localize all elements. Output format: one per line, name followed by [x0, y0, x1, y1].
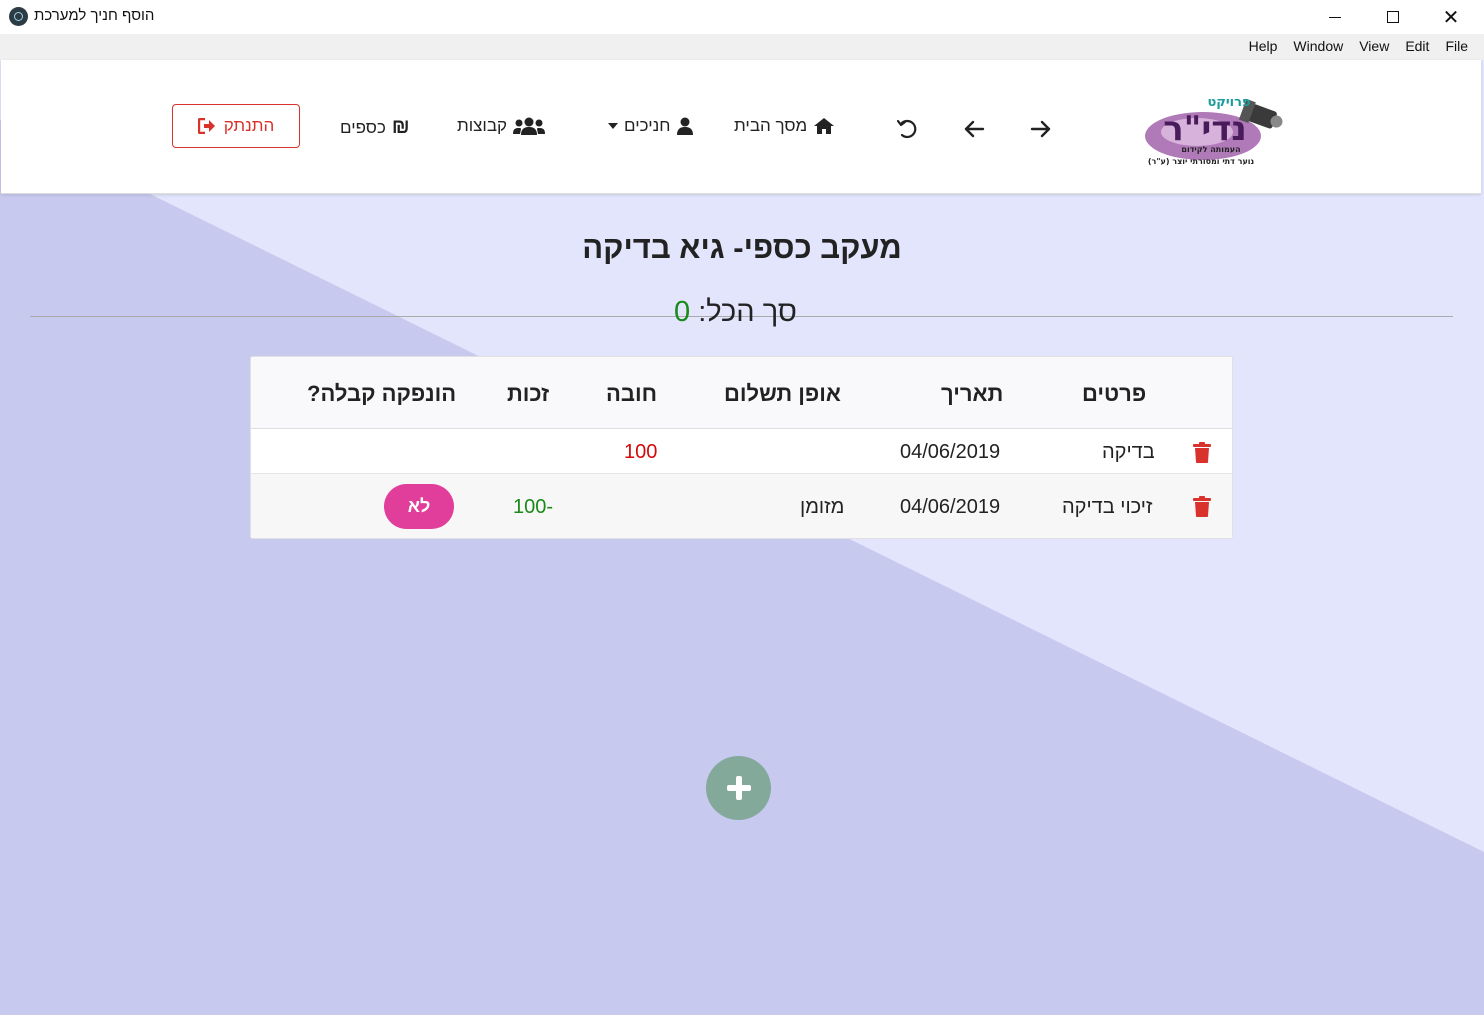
cell-details: בדיקה [1102, 441, 1155, 463]
menu-file[interactable]: File [1437, 38, 1476, 54]
top-navbar: פרויקט נדי"ר העמותה לקידום נוער דתי ומסו… [1, 60, 1481, 194]
menu-view[interactable]: View [1351, 38, 1397, 54]
close-icon: ✕ [1442, 6, 1460, 29]
cell-date: 04/06/2019 [900, 496, 1001, 518]
svg-text:פרויקט: פרויקט [1207, 95, 1250, 110]
nav-students-dropdown[interactable]: חניכים [608, 116, 694, 136]
cell-details: זיכוי בדיקה [1062, 496, 1153, 518]
user-icon [677, 117, 694, 135]
close-window-button[interactable]: ✕ [1422, 0, 1480, 34]
minimize-icon [1329, 16, 1341, 18]
total-value: 0 [674, 296, 691, 328]
nav-groups[interactable]: קבוצות [457, 116, 546, 136]
cell-credit: -100 [513, 496, 554, 518]
maximize-button[interactable] [1364, 0, 1422, 34]
add-entry-button[interactable] [706, 756, 771, 820]
svg-text:נדי"ר: נדי"ר [1163, 109, 1247, 149]
nav-home-label: מסך הבית [734, 116, 808, 135]
maximize-icon [1387, 11, 1399, 23]
table-row: בדיקה 04/06/2019 100 [251, 429, 1232, 474]
shekel-icon: ₪ [391, 116, 410, 138]
nav-money-label: כספים [340, 117, 386, 137]
menu-bar: File Edit View Window Help [0, 34, 1484, 60]
logout-label: התנתק [223, 116, 275, 135]
nav-groups-label: קבוצות [457, 116, 508, 135]
total-summary: סך הכל: 0 [664, 296, 807, 329]
cell-payment-method: מזומן [800, 496, 845, 518]
menu-edit[interactable]: Edit [1397, 38, 1437, 54]
delete-trash-icon[interactable] [1193, 442, 1211, 463]
nav-students-label: חניכים [624, 116, 671, 135]
refresh-icon[interactable] [895, 118, 919, 140]
plus-icon [726, 776, 751, 800]
caret-down-icon [608, 123, 618, 129]
sign-out-icon [197, 118, 215, 134]
back-arrow-icon[interactable] [962, 118, 986, 140]
receipt-toggle-button[interactable]: לא [384, 484, 454, 529]
page-title: מעקב כספי- גיא בדיקה [582, 230, 902, 265]
minimize-button[interactable] [1306, 0, 1364, 34]
total-label: סך הכל: [698, 296, 797, 328]
nadir-project-logo: פרויקט נדי"ר העמותה לקידום נוער דתי ומסו… [1145, 95, 1283, 166]
delete-trash-icon[interactable] [1193, 496, 1211, 517]
svg-text:נוער דתי ומסורתי יוצר (ע"ר): נוער דתי ומסורתי יוצר (ע"ר) [1148, 157, 1254, 166]
window-title: הוסף חניך למערכת [34, 7, 155, 24]
menu-window[interactable]: Window [1285, 38, 1351, 54]
svg-text:העמותה לקידום: העמותה לקידום [1181, 145, 1240, 154]
nav-home[interactable]: מסך הבית [734, 116, 835, 136]
users-icon [513, 117, 546, 135]
table-row: זיכוי בדיקה 04/06/2019 מזומן -100 לא [251, 474, 1232, 538]
header-date: תאריך [941, 381, 1004, 406]
header-details: פרטים [1082, 381, 1147, 406]
logout-button[interactable]: התנתק [172, 104, 300, 148]
menu-help[interactable]: Help [1241, 38, 1286, 54]
header-credit: זכות [507, 381, 550, 406]
window-titlebar: הוסף חניך למערכת ✕ [0, 0, 1484, 34]
finance-table: פרטים תאריך אופן תשלום חובה זכות הונפקה … [250, 356, 1233, 539]
menu-items: File Edit View Window Help [1241, 38, 1476, 54]
home-icon [814, 118, 835, 134]
header-debit: חובה [606, 381, 657, 406]
nav-money[interactable]: ₪ כספים [340, 116, 410, 139]
header-payment-method: אופן תשלום [724, 381, 841, 406]
electron-app-icon [9, 7, 28, 26]
forward-arrow-icon[interactable] [1029, 118, 1053, 140]
cell-debit: 100 [624, 441, 658, 463]
cell-date: 04/06/2019 [900, 441, 1001, 463]
table-header: פרטים תאריך אופן תשלום חובה זכות הונפקה … [251, 357, 1232, 429]
header-receipt: הונפקה קבלה? [307, 381, 457, 406]
